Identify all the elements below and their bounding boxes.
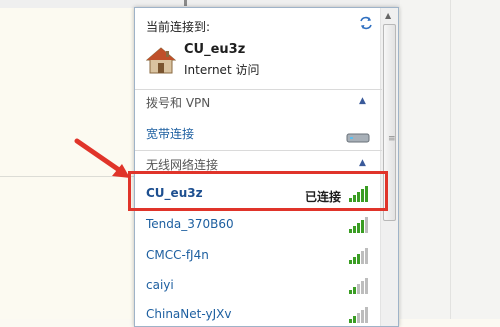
current-network-status: Internet 访问 bbox=[184, 63, 260, 77]
scrollbar[interactable]: ▲ ≡ bbox=[380, 8, 398, 326]
background-right-divider bbox=[450, 0, 451, 319]
scroll-up-arrow-icon[interactable]: ▲ bbox=[385, 11, 391, 20]
wifi-signal-icon bbox=[349, 278, 368, 294]
wifi-signal-icon bbox=[349, 307, 368, 323]
arrow-pointer bbox=[74, 138, 130, 178]
house-icon bbox=[146, 47, 176, 74]
current-network-name: CU_eu3z bbox=[184, 42, 246, 57]
modem-icon bbox=[346, 133, 370, 143]
separator bbox=[135, 89, 382, 90]
chevron-up-icon[interactable]: ▲ bbox=[359, 96, 366, 106]
chevron-up-icon[interactable]: ▲ bbox=[359, 158, 366, 168]
current-connection-label: 当前连接到: bbox=[146, 20, 211, 34]
plus-icon bbox=[178, 0, 192, 6]
separator bbox=[135, 150, 382, 151]
network-item-caiyi[interactable]: caiyi bbox=[146, 278, 174, 292]
wifi-signal-icon bbox=[349, 248, 368, 264]
network-flyout: ▲ ≡ 当前连接到: CU_eu3z Internet 访问 拨号和 VPN ▲… bbox=[134, 7, 399, 327]
wifi-signal-icon bbox=[349, 217, 368, 233]
network-item-cmcc[interactable]: CMCC-fJ4n bbox=[146, 248, 209, 262]
broadband-connection-item[interactable]: 宽带连接 bbox=[146, 125, 194, 142]
scroll-grip-icon: ≡ bbox=[388, 134, 396, 144]
refresh-icon[interactable] bbox=[358, 15, 374, 31]
dialup-section-title: 拨号和 VPN bbox=[146, 96, 211, 110]
network-item-tenda[interactable]: Tenda_370B60 bbox=[146, 217, 234, 231]
highlight-box bbox=[128, 171, 388, 211]
